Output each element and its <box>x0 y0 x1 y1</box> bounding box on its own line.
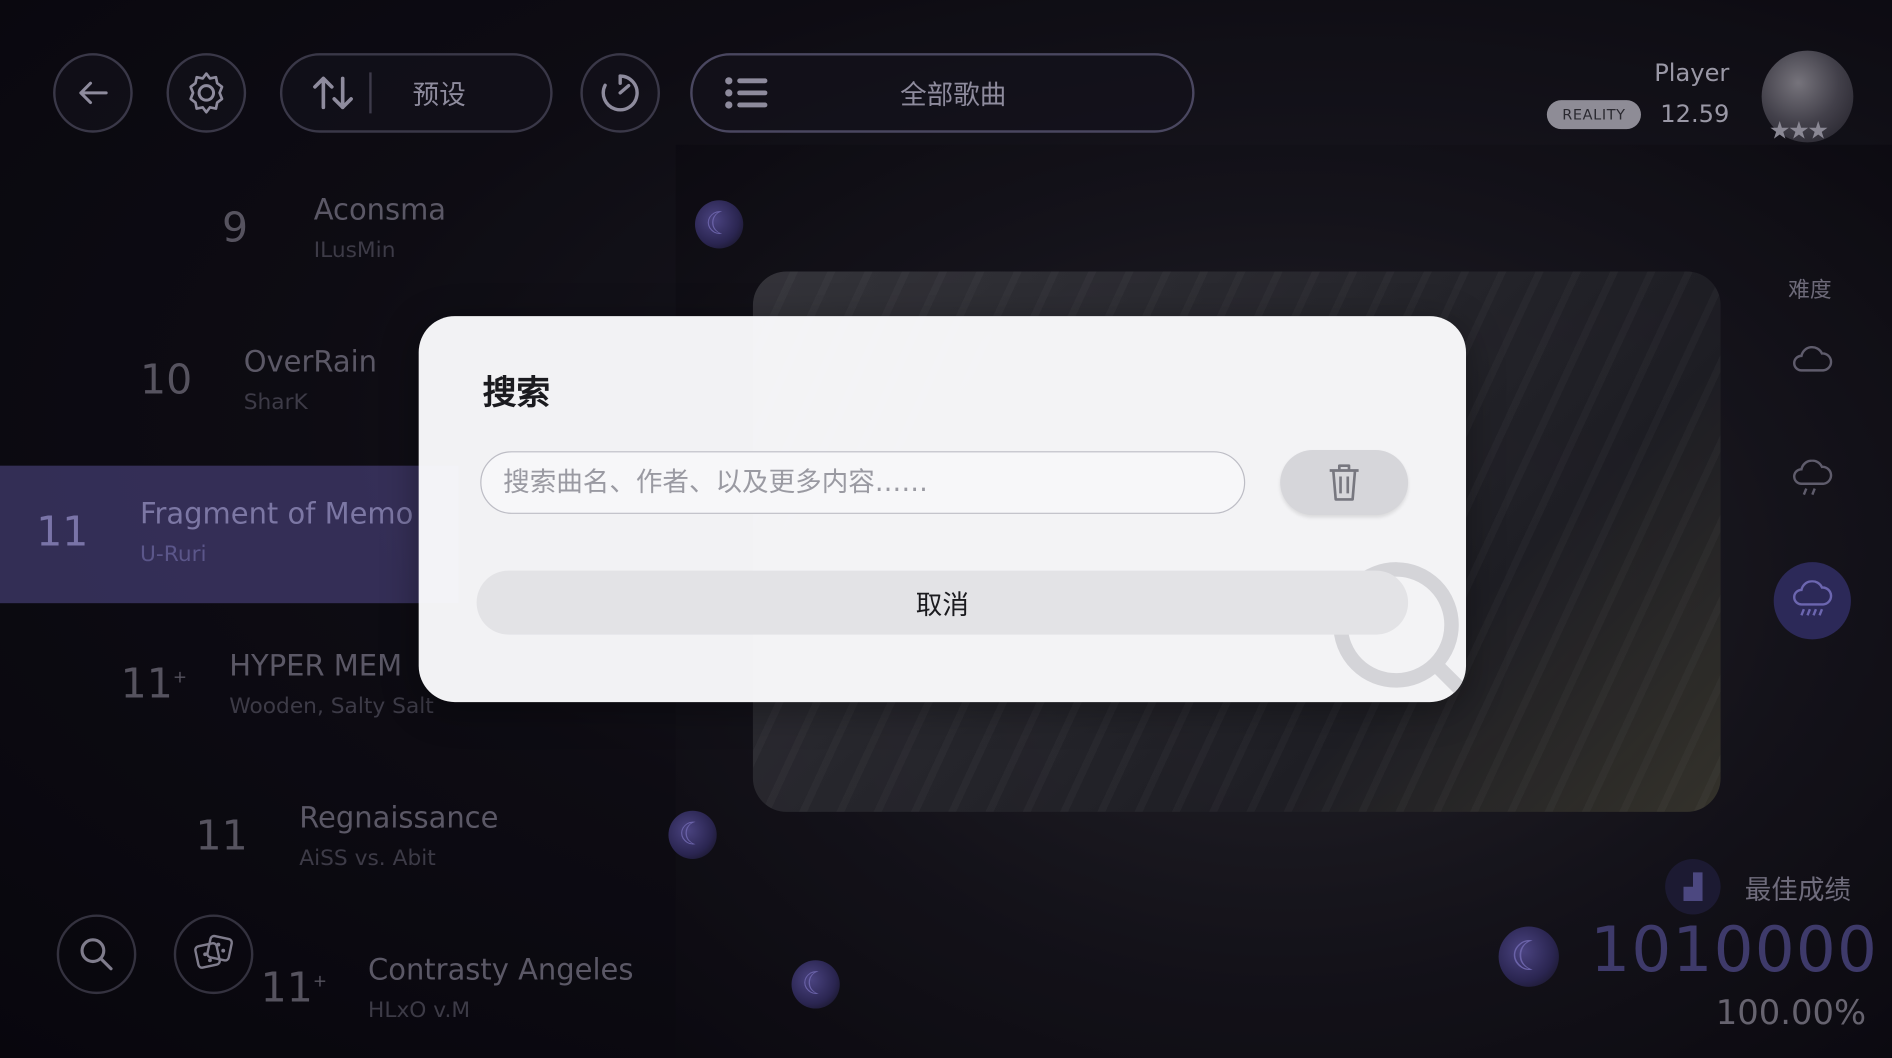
moon-icon: ☾ <box>668 810 717 859</box>
song-artist: ILusMin <box>313 237 396 263</box>
player-rks: 12.59 <box>1660 98 1730 128</box>
podium-icon: ▟ <box>1665 858 1721 915</box>
difficulty-hd-button[interactable] <box>1774 442 1851 519</box>
sort-icon <box>313 76 353 110</box>
preset-label: 预设 <box>412 80 466 111</box>
avatar-stars: ★★★ <box>1768 115 1829 145</box>
moon-icon: ☾ <box>791 960 840 1009</box>
song-level: 11+ <box>260 963 327 1013</box>
best-accuracy: 100.00% <box>1715 992 1867 1033</box>
collection-pill-button[interactable]: 全部歌曲 <box>690 53 1195 133</box>
song-artist: Wooden, Salty Salt <box>229 693 434 720</box>
song-title: Regnaissance <box>299 801 499 835</box>
back-button[interactable] <box>53 53 133 133</box>
song-artist: AiSS vs. Abit <box>299 845 436 872</box>
cloud-drizzle-icon <box>1793 459 1833 496</box>
arrow-left-icon <box>79 81 108 105</box>
song-artist: U-Ruri <box>139 541 207 568</box>
search-icon <box>80 938 113 971</box>
song-title: Aconsma <box>313 193 447 227</box>
song-level: 11+ <box>120 659 188 709</box>
cloud-rain-icon <box>1793 580 1833 616</box>
search-button[interactable] <box>56 914 137 995</box>
best-score-label: 最佳成绩 <box>1744 875 1851 907</box>
gear-icon <box>189 72 224 114</box>
cancel-button[interactable]: 取消 <box>476 570 1409 635</box>
song-artist: SharK <box>243 389 308 416</box>
search-dialog: 搜索 取消 <box>418 316 1467 703</box>
difficulty-label: 难度 <box>1788 277 1832 303</box>
difficulty-ez-button[interactable] <box>1774 323 1851 400</box>
level-plus: + <box>172 667 188 688</box>
dice-icon <box>194 934 234 969</box>
dialog-title: 搜索 <box>482 372 551 413</box>
pill-divider <box>369 72 372 114</box>
song-title: Fragment of Memo <box>139 497 414 531</box>
preset-pill-button[interactable]: 预设 <box>279 53 553 133</box>
random-button[interactable] <box>173 914 254 995</box>
song-level: 11 <box>36 507 89 557</box>
clear-search-button[interactable] <box>1280 449 1409 516</box>
settings-button[interactable] <box>166 53 247 133</box>
list-icon <box>725 77 768 109</box>
difficulty-in-button[interactable] <box>1773 562 1851 640</box>
song-level: 9 <box>222 203 249 253</box>
level-plus: + <box>312 971 327 992</box>
search-input[interactable] <box>480 451 1246 514</box>
song-level: 10 <box>139 355 193 405</box>
player-name: Player <box>1654 57 1730 87</box>
song-title: OverRain <box>243 345 378 379</box>
best-score: 1010000 <box>1590 914 1879 987</box>
moon-icon: ☾ <box>1498 926 1559 987</box>
song-title: HYPER MEM <box>229 649 403 683</box>
cloud-icon <box>1793 346 1833 372</box>
song-title: Contrasty Angeles <box>368 953 634 987</box>
moon-icon: ☾ <box>695 200 744 249</box>
trash-icon <box>1329 464 1359 501</box>
song-level: 11 <box>195 811 248 861</box>
song-artist: HLxO v.M <box>368 997 471 1024</box>
timer-button[interactable] <box>580 53 661 133</box>
rank-badge: REALITY <box>1546 100 1641 130</box>
timer-icon <box>601 74 639 112</box>
collection-label: 全部歌曲 <box>900 80 1007 111</box>
